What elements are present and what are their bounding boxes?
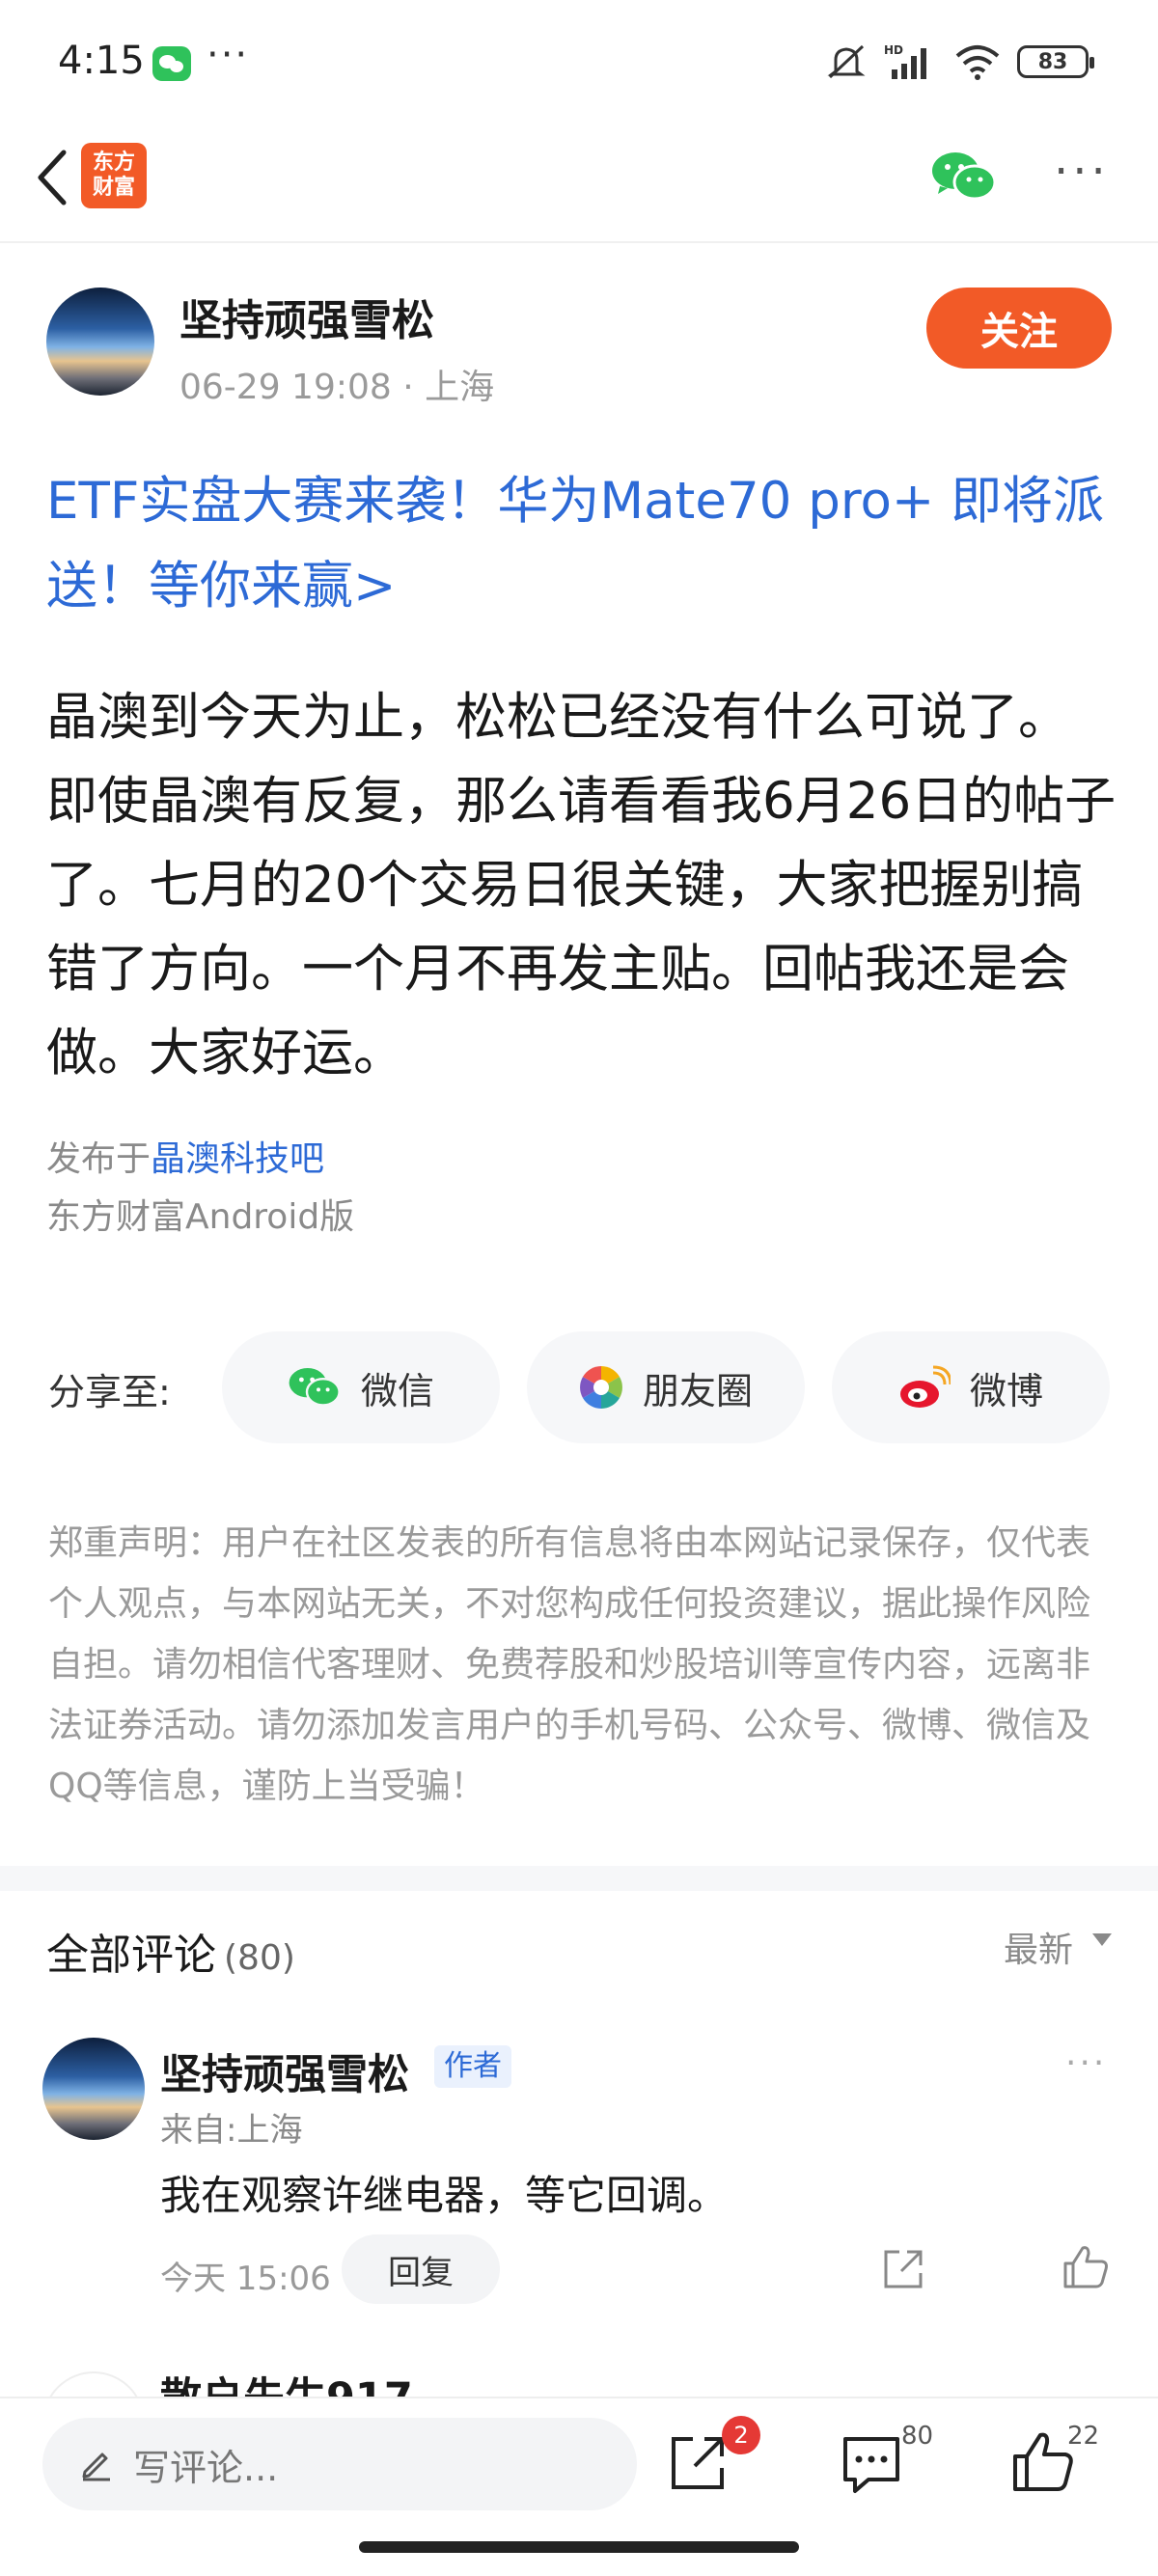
- comment-more-icon[interactable]: ···: [1065, 2043, 1107, 2083]
- next-comment-author-name[interactable]: 散户先生917: [160, 2370, 413, 2397]
- signal-icon: HD: [884, 43, 926, 79]
- share-wechat-button[interactable]: 微信: [222, 1331, 500, 1443]
- author-avatar[interactable]: [46, 288, 154, 396]
- comment-author-name[interactable]: 坚持顽强雪松: [160, 2042, 409, 2101]
- share-wechat-label: 微信: [360, 1369, 434, 1412]
- comments-title: 全部评论: [46, 1931, 216, 1980]
- comments-header: 全部评论 (80): [46, 1920, 295, 1982]
- share-label: 分享至:: [48, 1371, 171, 1413]
- back-icon[interactable]: [29, 145, 77, 210]
- comment-input[interactable]: 写评论...: [42, 2418, 637, 2510]
- comments-count: (80): [224, 1938, 295, 1978]
- app-logo: 东方 财富: [81, 143, 147, 208]
- bar-link[interactable]: 晶澳科技吧: [151, 1139, 324, 1179]
- caret-down-icon[interactable]: [1092, 1933, 1112, 1946]
- share-weibo-button[interactable]: 微博: [832, 1331, 1110, 1443]
- comment-time: 今天 15:06: [160, 2260, 331, 2298]
- share-icon[interactable]: [666, 2431, 730, 2495]
- comment-location: 来自:上海: [160, 2111, 303, 2150]
- section-divider: [0, 1866, 1158, 1891]
- client-info: 东方财富Android版: [46, 1197, 355, 1237]
- share-badge: 2: [722, 2416, 760, 2454]
- wechat-icon: [289, 1368, 341, 1407]
- wechat-notification-icon: [152, 46, 191, 81]
- wechat-share-icon[interactable]: [930, 150, 998, 204]
- like-count: 22: [1067, 2422, 1100, 2451]
- divider: [0, 241, 1158, 243]
- share-weibo-label: 微博: [969, 1369, 1043, 1412]
- comment-icon[interactable]: [840, 2433, 903, 2495]
- pen-icon: [82, 2453, 110, 2481]
- sort-dropdown[interactable]: 最新: [1004, 1922, 1073, 1972]
- post-meta: 06-29 19:08 · 上海: [179, 368, 495, 407]
- more-options-icon[interactable]: ···: [1054, 145, 1110, 199]
- status-more-icon: ···: [207, 33, 250, 77]
- comment-avatar[interactable]: [42, 2038, 145, 2140]
- reply-button[interactable]: 回复: [342, 2234, 500, 2304]
- battery-icon: 83: [1017, 45, 1094, 78]
- moments-icon: [580, 1366, 622, 1409]
- svg-text:HD: HD: [884, 43, 903, 57]
- weibo-icon: [899, 1365, 951, 1408]
- author-name[interactable]: 坚持顽强雪松: [179, 286, 434, 347]
- like-icon[interactable]: [1011, 2429, 1075, 2493]
- comment-like-icon[interactable]: [1062, 2242, 1110, 2290]
- share-moments-button[interactable]: 朋友圈: [527, 1331, 805, 1443]
- status-time: 4:15: [58, 39, 145, 83]
- home-indicator[interactable]: [359, 2541, 799, 2553]
- disclaimer: 郑重声明：用户在社区发表的所有信息将由本网站记录保存，仅代表个人观点，与本网站无…: [48, 1523, 1091, 1806]
- promo-link[interactable]: ETF实盘大赛来袭！华为Mate70 pro+ 即将派送！等你来赢>: [46, 459, 1117, 629]
- mute-icon: [827, 44, 866, 79]
- comment-input-placeholder: 写评论...: [133, 2446, 279, 2489]
- comment-count: 80: [901, 2422, 934, 2451]
- follow-button[interactable]: 关注: [926, 288, 1112, 369]
- post-body: 晶澳到今天为止，松松已经没有什么可说了。即使晶澳有反复，那么请看看我6月26日的…: [46, 688, 1117, 1082]
- published-prefix: 发布于: [46, 1139, 152, 1179]
- published-in: 发布于晶澳科技吧: [46, 1131, 324, 1181]
- comment-share-icon[interactable]: [880, 2246, 926, 2292]
- comment-text: 我在观察许继电器，等它回调。: [160, 2172, 729, 2219]
- share-moments-label: 朋友圈: [642, 1369, 753, 1412]
- wifi-icon: [955, 45, 1000, 80]
- status-indicators: HD 83: [824, 42, 1094, 81]
- author-badge: 作者: [434, 2045, 511, 2088]
